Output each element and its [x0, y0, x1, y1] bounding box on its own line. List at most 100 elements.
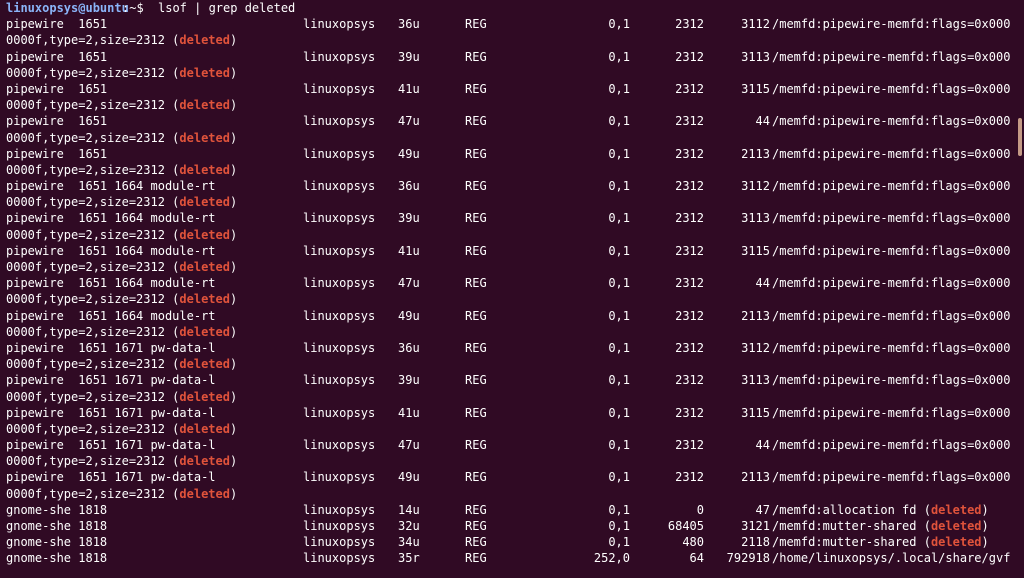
lsof-row: gnome-she 1818 linuxopsys 32u REG 0,1 68405 31… [6, 518, 1018, 534]
close-paren: ) [229, 227, 238, 242]
lsof-row-continuation: 0000f,type=2,size=2312 (deleted) [6, 259, 1018, 275]
lsof-row: pipewire 1651 1664 module-rt linuxopsys 41… [6, 243, 1018, 259]
row-node: 2113 [741, 308, 770, 323]
row-node: 3113 [741, 211, 770, 226]
row-node: 2118 [741, 535, 770, 550]
scrollbar-thumb[interactable] [1018, 118, 1022, 156]
deleted-tag: deleted [179, 292, 230, 307]
continuation-body: 0000f,type=2,size=2312 ( [6, 486, 180, 501]
row-node: 44 [755, 114, 770, 129]
row-device: 0,1 [608, 276, 630, 291]
continuation-body: 0000f,type=2,size=2312 ( [6, 389, 180, 404]
row-size: 2312 [675, 49, 704, 64]
continuation-text: 0000f,type=2,size=2312 (deleted) [6, 453, 237, 469]
lsof-row: pipewire 1651 linuxopsys 39u REG 0,1 2312 3113… [6, 49, 1018, 65]
continuation-text: 0000f,type=2,size=2312 (deleted) [6, 356, 237, 372]
row-user: linuxopsys [303, 276, 376, 291]
lsof-row: pipewire 1651 linuxopsys 47u REG 0,1 2312 44/m… [6, 113, 1018, 129]
terminal-output[interactable]: linuxopsys@ubuntu :~$ lsof | grep delete… [6, 0, 1018, 567]
close-paren: ) [229, 98, 238, 113]
row-device: 0,1 [608, 340, 630, 355]
row-command: pipewire 1651 [6, 114, 108, 129]
row-device: 0,1 [608, 535, 630, 550]
row-device: 0,1 [608, 179, 630, 194]
continuation-text: 0000f,type=2,size=2312 (deleted) [6, 486, 237, 502]
row-fd: 39u [398, 373, 420, 388]
row-fd: 41u [398, 243, 420, 258]
row-type: REG [465, 146, 487, 161]
deleted-tag: deleted [179, 195, 230, 210]
row-command: pipewire 1651 [6, 17, 108, 32]
lsof-row-continuation: 0000f,type=2,size=2312 (deleted) [6, 421, 1018, 437]
row-name: /memfd:mutter-shared (deleted) [772, 534, 989, 550]
row-user: linuxopsys [303, 146, 376, 161]
close-paren: ) [229, 130, 238, 145]
row-size: 2312 [675, 470, 704, 485]
lsof-row-continuation: 0000f,type=2,size=2312 (deleted) [6, 97, 1018, 113]
row-type: REG [465, 535, 487, 550]
deleted-tag: deleted [179, 389, 230, 404]
deleted-tag: deleted [179, 98, 230, 113]
row-name: /memfd:pipewire-memfd:flags=0x000 [772, 113, 1010, 129]
row-fd: 49u [398, 470, 420, 485]
row-node: 3115 [741, 81, 770, 96]
row-size: 2312 [675, 308, 704, 323]
prompt-command: lsof | grep deleted [158, 1, 296, 15]
row-name-text: /memfd:pipewire-memfd:flags=0x000 [772, 308, 1011, 323]
row-command: pipewire 1651 1671 pw-data-l [6, 373, 216, 388]
row-node: 3115 [741, 405, 770, 420]
row-user: linuxopsys [303, 551, 376, 566]
row-type: REG [465, 179, 487, 194]
row-name: /memfd:pipewire-memfd:flags=0x000 [772, 178, 1010, 194]
row-name-text: /memfd:allocation fd ( [772, 502, 931, 517]
continuation-text: 0000f,type=2,size=2312 (deleted) [6, 162, 237, 178]
row-user: linuxopsys [303, 243, 376, 258]
lsof-row-continuation: 0000f,type=2,size=2312 (deleted) [6, 453, 1018, 469]
row-name-text: /memfd:pipewire-memfd:flags=0x000 [772, 340, 1011, 355]
continuation-text: 0000f,type=2,size=2312 (deleted) [6, 194, 237, 210]
deleted-tag: deleted [179, 33, 230, 48]
close-paren: ) [229, 260, 238, 274]
row-command: pipewire 1651 1671 pw-data-l [6, 405, 216, 420]
row-fd: 39u [398, 49, 420, 64]
row-fd: 36u [398, 179, 420, 194]
row-size: 64 [689, 551, 704, 566]
continuation-text: 0000f,type=2,size=2312 (deleted) [6, 65, 237, 81]
row-size: 2312 [675, 340, 704, 355]
lsof-row: gnome-she 1818 linuxopsys 35r REG 252,0 64 792… [6, 550, 1018, 566]
row-size: 2312 [675, 179, 704, 194]
row-size: 0 [696, 502, 704, 517]
row-name-text: /memfd:pipewire-memfd:flags=0x000 [772, 49, 1011, 64]
row-node: 3113 [741, 49, 770, 64]
row-command: gnome-she 1818 [6, 535, 108, 550]
row-type: REG [465, 49, 487, 64]
row-user: linuxopsys [303, 114, 376, 129]
row-name: /memfd:pipewire-memfd:flags=0x000 [772, 243, 1010, 259]
row-command: pipewire 1651 1671 pw-data-l [6, 438, 216, 453]
continuation-body: 0000f,type=2,size=2312 ( [6, 98, 180, 113]
row-node: 3115 [741, 243, 770, 258]
continuation-body: 0000f,type=2,size=2312 ( [6, 130, 180, 145]
row-node: 2113 [741, 146, 770, 161]
lsof-row: pipewire 1651 1664 module-rt linuxopsys 39… [6, 210, 1018, 226]
row-user: linuxopsys [303, 340, 376, 355]
row-name: /memfd:pipewire-memfd:flags=0x000 [772, 308, 1010, 324]
row-name-text: /memfd:mutter-shared ( [772, 519, 931, 533]
prompt-user-host: linuxopsys@ubuntu [6, 1, 129, 15]
row-name: /memfd:pipewire-memfd:flags=0x000 [772, 49, 1010, 65]
close-paren: ) [229, 65, 238, 80]
row-name-text: /memfd:pipewire-memfd:flags=0x000 [772, 17, 1011, 32]
continuation-text: 0000f,type=2,size=2312 (deleted) [6, 291, 237, 307]
continuation-body: 0000f,type=2,size=2312 ( [6, 421, 180, 436]
row-type: REG [465, 373, 487, 388]
lsof-row: pipewire 1651 linuxopsys 41u REG 0,1 2312 3115… [6, 81, 1018, 97]
row-user: linuxopsys [303, 502, 376, 517]
row-device: 0,1 [608, 211, 630, 226]
close-paren: ) [229, 454, 238, 469]
lsof-row-continuation: 0000f,type=2,size=2312 (deleted) [6, 486, 1018, 502]
close-paren: ) [981, 519, 989, 533]
row-user: linuxopsys [303, 211, 376, 226]
deleted-tag: deleted [179, 227, 230, 242]
row-command: pipewire 1651 1664 module-rt [6, 211, 216, 226]
row-size: 2312 [675, 146, 704, 161]
